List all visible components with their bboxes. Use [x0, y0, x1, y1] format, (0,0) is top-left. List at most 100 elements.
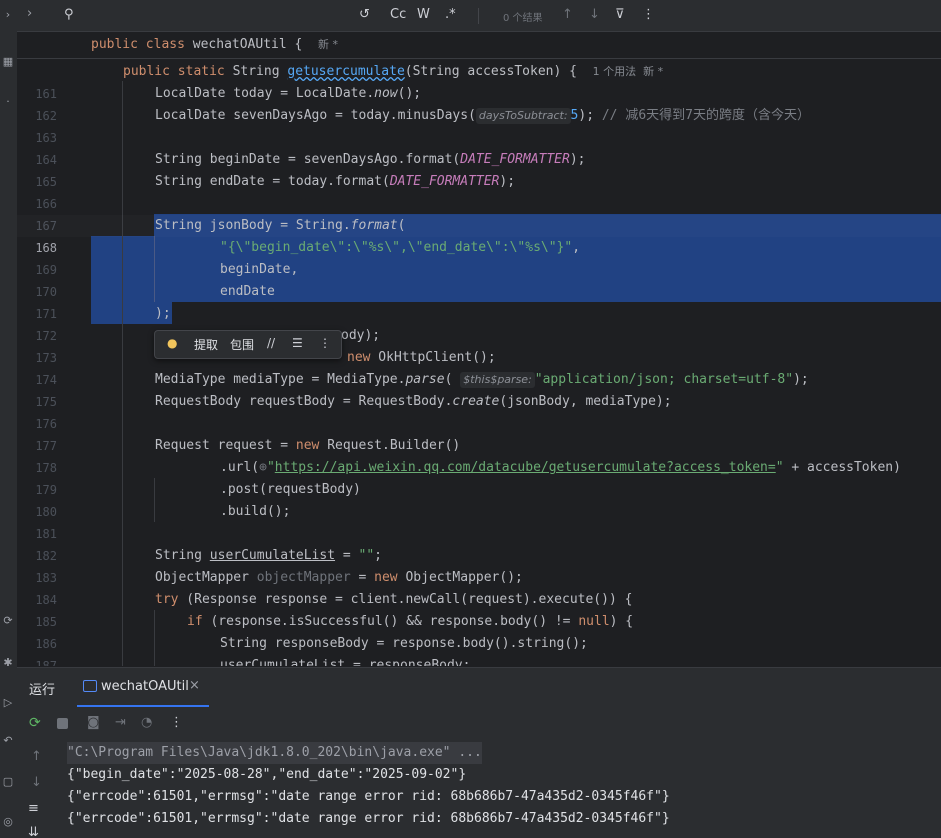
soft-wrap-icon[interactable]: ≡ — [28, 801, 39, 816]
code: ObjectMapper(); — [397, 570, 523, 585]
run-toolbar: ⟳ ◙ ⇥ ◔ ⋮ — [17, 707, 941, 741]
keyword: new — [374, 570, 398, 585]
usage-hint[interactable]: 1 个用法 新 * — [593, 65, 664, 78]
code: ); — [499, 174, 516, 189]
code-line: 163 LocalDate sevenDaysAgo = today.minus… — [17, 105, 941, 145]
code-line: 185 try (Response response = client.newC… — [17, 589, 941, 629]
keyword: new — [347, 350, 371, 365]
method-name[interactable]: getusercumulate — [287, 64, 404, 79]
camera-icon[interactable]: ◙ — [87, 715, 100, 730]
code: String jsonBody = String. — [155, 218, 351, 233]
code: beginDate, — [220, 262, 299, 277]
filter-icon[interactable]: ⊽ — [615, 7, 625, 22]
chevron-right-icon[interactable]: › — [27, 6, 32, 21]
structure-icon[interactable]: ▦ — [1, 55, 15, 68]
params: (String accessToken) { — [404, 64, 577, 79]
tool-icon[interactable]: ⟳ — [1, 614, 15, 627]
match-case-toggle[interactable]: Cc — [390, 7, 406, 22]
code: ObjectMapper — [155, 570, 257, 585]
code: String beginDate = sevenDaysAgo.format( — [155, 152, 461, 167]
code: String endDate = today.format( — [155, 174, 390, 189]
keyword: try — [155, 592, 179, 607]
tool-icon[interactable]: ↶ — [1, 734, 15, 747]
code: (); — [397, 86, 422, 101]
code-line: 171 endDate — [17, 281, 941, 321]
close-icon[interactable]: × — [189, 678, 200, 693]
code-editor[interactable]: 161 public static String getusercumulate… — [17, 59, 941, 666]
terminal-icon[interactable]: ▢ — [1, 775, 15, 788]
code: = — [350, 570, 375, 585]
keyword: public static — [123, 64, 225, 79]
static-call: parse — [405, 372, 445, 387]
chevron-right-icon[interactable]: › — [1, 8, 15, 21]
code-line: 170 beginDate, — [17, 259, 941, 299]
code-line-current: 168 String jsonBody = String.format( — [17, 215, 941, 255]
regex-toggle[interactable]: .* — [445, 7, 456, 22]
code: MediaType mediaType = MediaType. — [155, 372, 406, 387]
scroll-end-icon[interactable]: ⇊ — [28, 825, 39, 838]
code: String responseBody = response.body().st… — [220, 636, 588, 651]
code: ); — [569, 152, 586, 167]
code-line: 184 ObjectMapper objectMapper = new Obje… — [17, 567, 941, 607]
coverage-icon[interactable]: ◔ — [141, 715, 152, 730]
tab-run[interactable]: 运行 — [29, 679, 55, 698]
console-line: {"errcode":61501,"errmsg":"date range er… — [67, 789, 670, 804]
code-line: 181 .build(); — [17, 501, 941, 541]
code: ); — [155, 306, 171, 321]
tool-icon[interactable]: ✱ — [1, 656, 15, 669]
arrow-down-icon[interactable]: ↓ — [31, 775, 42, 790]
more-icon[interactable]: ⋮ — [642, 7, 655, 22]
url-link[interactable]: https://api.weixin.qq.com/datacube/getus… — [275, 460, 776, 475]
arrow-down-icon[interactable]: ↓ — [589, 7, 600, 22]
globe-icon[interactable]: ⊕ — [259, 460, 267, 475]
code-line: 164 — [17, 127, 941, 167]
code: LocalDate sevenDaysAgo = today.minusDays… — [155, 108, 476, 123]
dot-icon[interactable]: · — [1, 95, 15, 108]
surround-button[interactable]: 包围 — [230, 336, 254, 353]
replace-icon[interactable]: ↺ — [359, 7, 370, 22]
code-line: 178 Request request = new Request.Builde… — [17, 435, 941, 475]
code: .post(requestBody) — [220, 482, 361, 497]
more-icon[interactable]: ⋮ — [170, 715, 183, 730]
code: RequestBody requestBody = RequestBody. — [155, 394, 453, 409]
variable: userCumulateList — [209, 548, 336, 563]
whole-word-toggle[interactable]: W — [417, 7, 430, 22]
rerun-icon[interactable]: ⟳ — [29, 715, 41, 731]
static-call: now — [374, 86, 398, 101]
stop-icon[interactable] — [57, 718, 68, 729]
code-line: 188 userCumulateList = responseBody; — [17, 655, 941, 666]
reformat-icon[interactable]: ☰ — [292, 336, 303, 350]
tab-wechatoautil[interactable]: wechatOAUtil × — [77, 668, 209, 707]
keyword: class — [145, 37, 185, 52]
code: Request request = — [155, 438, 296, 453]
static-call: create — [452, 394, 500, 409]
bulb-icon[interactable]: ● — [167, 336, 177, 350]
code-line: 172 ); — [17, 303, 941, 343]
code: ody); — [341, 328, 381, 343]
code: .build(); — [220, 504, 291, 519]
string: "" — [358, 548, 375, 563]
code: LocalDate today = LocalDate. — [155, 86, 375, 101]
string: "{\"begin_date\":\"%s\",\"end_date\":\"%… — [220, 240, 573, 255]
problems-icon[interactable]: ◎ — [1, 815, 15, 828]
arrow-up-icon[interactable]: ↑ — [562, 7, 573, 22]
selection-actions-popup: ● 提取 包围 // ☰ ⋮ — [154, 330, 342, 359]
code-line: 167 — [17, 193, 941, 233]
exit-icon[interactable]: ⇥ — [115, 715, 126, 730]
arrow-up-icon[interactable]: ↑ — [31, 749, 42, 764]
console-line: {"begin_date":"2025-08-28","end_date":"2… — [67, 767, 467, 782]
constant: DATE_FORMATTER — [460, 152, 570, 167]
sticky-class-header[interactable]: 22 public class wechatOAUtil { 新 * — [17, 32, 941, 74]
code: ) { — [609, 614, 634, 629]
search-icon[interactable]: ⚲ — [64, 7, 74, 22]
console-output[interactable]: ↑ ↓ ≡ ⇊ "C:\Program Files\Java\jdk1.8.0_… — [17, 741, 941, 838]
code: = — [335, 548, 359, 563]
code-line: 169 "{\"begin_date\":\"%s\",\"end_date\"… — [17, 237, 941, 277]
run-tool-icon[interactable]: ▷ — [1, 696, 15, 709]
code-line: 177 — [17, 413, 941, 453]
extract-button[interactable]: 提取 — [194, 336, 218, 353]
string: "application/json; charset=utf-8" — [534, 372, 794, 387]
more-icon[interactable]: ⋮ — [319, 336, 331, 350]
comment-icon[interactable]: // — [267, 336, 275, 350]
left-tool-strip: › ▦ · ⟳ ✱ ▷ ↶ ▢ ◎ — [0, 0, 18, 838]
